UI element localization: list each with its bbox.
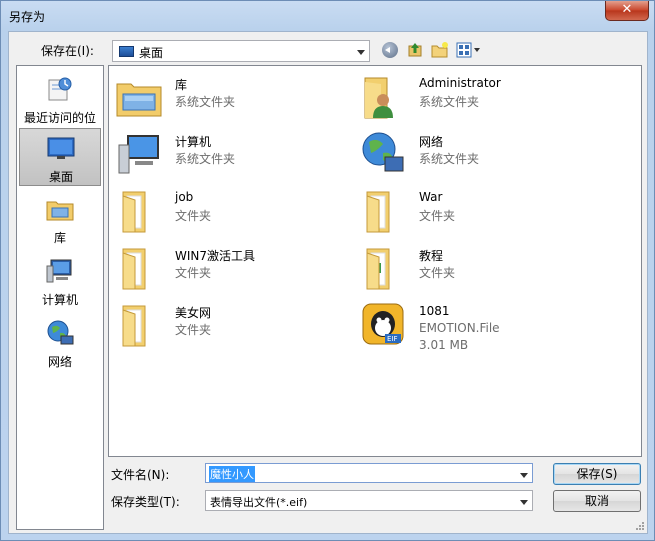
item-name: 1081 <box>419 304 450 318</box>
library-icon <box>46 201 74 221</box>
place-label: 桌面 <box>48 170 73 184</box>
file-type-label: 保存类型(T): <box>111 495 180 509</box>
svg-text:EIF: EIF <box>387 335 398 343</box>
file-type-value: 表情导出文件(*.eif) <box>210 496 308 509</box>
folder-icon <box>366 248 390 290</box>
new-folder-icon <box>431 42 448 58</box>
place-label: 网络 <box>47 355 72 369</box>
network-icon <box>47 320 74 345</box>
desktop-icon <box>47 137 75 159</box>
item-name: 网络 <box>419 135 444 149</box>
file-name-label: 文件名(N): <box>111 468 170 482</box>
item-size: 3.01 MB <box>419 338 469 352</box>
save-in-value: 桌面 <box>139 46 164 60</box>
list-item[interactable]: 美女网 文件夹 <box>115 300 355 352</box>
place-network[interactable]: 网络 <box>19 314 101 372</box>
item-type: 系统文件夹 <box>419 95 480 109</box>
save-in-combo[interactable]: 桌面 <box>112 40 370 62</box>
list-item[interactable]: War 文件夹 <box>359 186 599 238</box>
computer-icon <box>118 135 159 174</box>
file-name-value: 魔性小人 <box>209 466 255 482</box>
item-type: EMOTION.File <box>419 321 500 335</box>
close-button[interactable]: ✕ <box>605 1 649 21</box>
places-bar: 最近访问的位置 桌面 库 <box>16 65 104 530</box>
place-label: 计算机 <box>41 293 78 307</box>
item-name: 库 <box>175 78 188 92</box>
place-recent[interactable]: 最近访问的位置 <box>19 70 101 142</box>
list-item[interactable]: 网络 系统文件夹 <box>359 129 599 181</box>
chevron-down-icon[interactable] <box>520 473 528 478</box>
save-button[interactable]: 保存(S) <box>553 463 641 485</box>
folder-icon <box>122 305 146 347</box>
place-computer[interactable]: 计算机 <box>19 252 101 310</box>
cancel-button[interactable]: 取消 <box>553 490 641 512</box>
item-name: 美女网 <box>175 306 212 320</box>
item-name: Administrator <box>419 76 501 90</box>
dialog-body: 保存在(I): 桌面 最近访问的位 桌面 库 计算机 网络 库 系统文件夹 Ad… <box>8 31 648 534</box>
chevron-down-icon[interactable] <box>520 500 528 505</box>
item-type: 系统文件夹 <box>175 95 236 109</box>
list-item[interactable]: WIN7激活工具 文件夹 <box>115 243 355 295</box>
item-type: 文件夹 <box>419 209 456 223</box>
list-item[interactable]: job 文件夹 <box>115 186 355 238</box>
window-title: 另存为 <box>9 10 46 24</box>
user-folder-icon <box>364 77 393 119</box>
item-type: 文件夹 <box>175 266 212 280</box>
file-type-select[interactable]: 表情导出文件(*.eif) <box>205 490 533 511</box>
up-folder-icon <box>408 43 422 57</box>
file-list[interactable]: 库 系统文件夹 Administrator 系统文件夹 计算机 系统文件夹 网络… <box>108 65 642 457</box>
item-name: 计算机 <box>175 135 212 149</box>
item-name: War <box>419 190 443 204</box>
resize-grip-icon[interactable] <box>635 521 645 531</box>
list-item[interactable]: EIF 1081 EMOTION.File 3.01 MB <box>359 300 599 352</box>
item-name: WIN7激活工具 <box>175 249 256 263</box>
item-type: 文件夹 <box>175 209 212 223</box>
list-item[interactable]: 库 系统文件夹 <box>115 72 355 124</box>
item-type: 系统文件夹 <box>175 152 236 166</box>
list-item[interactable]: Administrator 系统文件夹 <box>359 72 599 124</box>
item-type: 文件夹 <box>175 323 212 337</box>
item-name: job <box>175 190 194 204</box>
qq-emotion-file-icon: EIF <box>362 303 404 345</box>
folder-icon <box>366 191 390 233</box>
save-as-dialog: 另存为 ✕ 保存在(I): 桌面 最近访问的位 桌面 库 计算机 网络 库 系统… <box>0 0 655 541</box>
up-folder-button[interactable] <box>405 40 425 60</box>
folder-icon <box>122 191 146 233</box>
title-bar[interactable]: 另存为 ✕ <box>1 1 654 31</box>
back-button[interactable] <box>382 42 398 58</box>
place-label: 库 <box>53 231 66 245</box>
item-name: 教程 <box>419 249 444 263</box>
network-icon <box>362 132 404 172</box>
list-item[interactable]: 计算机 系统文件夹 <box>115 129 355 181</box>
chevron-down-icon[interactable] <box>357 50 365 55</box>
item-type: 系统文件夹 <box>419 152 480 166</box>
library-icon <box>116 83 162 117</box>
folder-icon <box>122 248 146 290</box>
save-in-label: 保存在(I): <box>41 44 94 58</box>
file-name-input[interactable]: 魔性小人 <box>205 463 533 483</box>
view-menu-button[interactable] <box>455 40 483 60</box>
place-desktop[interactable]: 桌面 <box>19 128 101 186</box>
computer-icon <box>46 259 72 283</box>
place-library[interactable]: 库 <box>19 190 101 248</box>
desktop-icon <box>119 46 134 57</box>
recent-places-icon <box>48 77 72 101</box>
item-type: 文件夹 <box>419 266 456 280</box>
view-grid-icon <box>456 42 480 58</box>
new-folder-button[interactable] <box>430 40 450 60</box>
list-item[interactable]: 教程 文件夹 <box>359 243 599 295</box>
